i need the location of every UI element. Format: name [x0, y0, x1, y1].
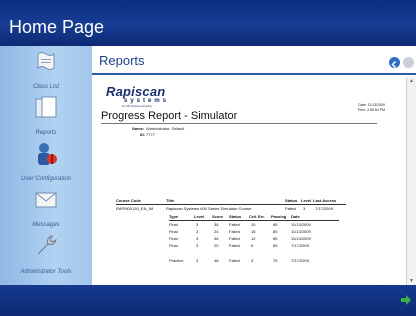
- back-icon[interactable]: [389, 57, 400, 69]
- course-level: 3: [303, 206, 306, 211]
- col-course-code: Course Code: [116, 198, 141, 203]
- report-document: Rapiscan systems An OSI Systems Company …: [93, 77, 405, 285]
- envelope-icon: [35, 192, 57, 208]
- wrench-icon: [37, 235, 57, 255]
- title-bar: Home Page: [0, 0, 416, 46]
- sidebar-item-label: Reports: [35, 130, 57, 136]
- sub-col-status: Status: [229, 214, 242, 219]
- sidebar-item-label: Class List: [32, 84, 59, 90]
- sidebar-item-reports[interactable]: Reports: [0, 92, 92, 138]
- sub-col-date: Date: [291, 214, 300, 219]
- sub-col-level: Level: [194, 214, 205, 219]
- sub-col-score: Score: [212, 214, 224, 219]
- header-divider: [92, 73, 416, 75]
- user-config-icon: [38, 143, 57, 165]
- next-arrow-icon[interactable]: [400, 294, 412, 306]
- status-bar: [0, 285, 416, 316]
- sidebar-item-administrator-tools[interactable]: Administrator Tools: [0, 230, 92, 285]
- col-last-access: Last Access: [313, 198, 337, 203]
- sidebar-item-label: Messages: [32, 222, 60, 228]
- documents-icon: [35, 96, 57, 118]
- sub-col-passing: Passing: [271, 214, 287, 219]
- sub-table-rule: [169, 220, 339, 221]
- vertical-scrollbar[interactable]: ▲ ▼: [406, 77, 416, 285]
- col-title: Title: [166, 198, 175, 203]
- sidebar-item-label: Administrator Tools: [20, 269, 72, 275]
- window-title: Home Page: [9, 17, 105, 37]
- course-table: Course Code Title Status Level Last Acce…: [93, 77, 405, 285]
- sidebar-item-label: User Configuration: [20, 176, 72, 182]
- table-rule: [116, 204, 346, 205]
- main-panel: Reports Rapiscan systems An OSI Systems …: [92, 46, 416, 285]
- sidebar-item-messages[interactable]: Messages: [0, 184, 92, 230]
- sub-col-crit-err: Crit. Err.: [249, 214, 265, 219]
- scroll-down-icon[interactable]: ▼: [408, 278, 415, 284]
- print-icon[interactable]: [403, 57, 414, 68]
- sidebar: Class List Reports User Configuration Me…: [0, 46, 92, 285]
- course-last-access: 7/17/2009: [315, 206, 333, 211]
- scroll-icon: [37, 52, 55, 70]
- page-title: Reports: [99, 53, 145, 68]
- col-status: Status: [285, 198, 298, 203]
- course-title: Rapiscan Systems 600 Series Simulator Co…: [166, 206, 252, 211]
- col-level: Level: [301, 198, 312, 203]
- sidebar-item-user-configuration[interactable]: User Configuration: [0, 138, 92, 184]
- scroll-up-icon[interactable]: ▲: [408, 78, 415, 84]
- sidebar-item-class-list[interactable]: Class List: [0, 46, 92, 92]
- course-status: Failed: [285, 206, 296, 211]
- course-code: RAPI500120_EN_IM: [116, 206, 154, 211]
- sub-col-type: Type: [169, 214, 179, 219]
